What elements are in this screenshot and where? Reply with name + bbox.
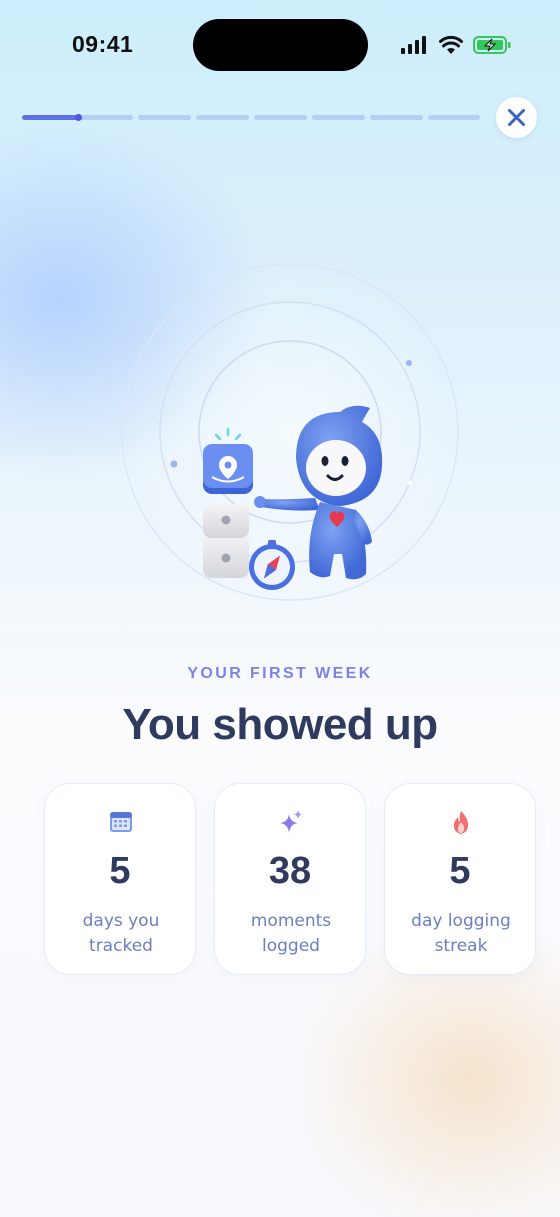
progress-segment bbox=[312, 115, 365, 120]
progress-segment bbox=[138, 115, 191, 120]
onboarding-progress bbox=[22, 114, 480, 121]
flame-icon bbox=[447, 808, 475, 836]
section-kicker: YOUR FIRST WEEK bbox=[187, 665, 373, 682]
orbit-dot bbox=[170, 460, 178, 468]
stat-value: 5 bbox=[109, 850, 131, 892]
stat-label: days you tracked bbox=[82, 911, 160, 956]
stacked-tiles bbox=[203, 504, 249, 578]
hero-illustration bbox=[120, 262, 460, 602]
stat-label: moments logged bbox=[250, 911, 332, 956]
progress-segment bbox=[370, 115, 423, 120]
cellular-signal-icon bbox=[401, 36, 426, 54]
stat-card-moments-logged: 38 moments logged bbox=[214, 783, 366, 975]
status-icons bbox=[400, 34, 512, 56]
wifi-icon bbox=[439, 35, 463, 54]
stat-label: day logging streak bbox=[411, 911, 511, 956]
progress-segment bbox=[428, 115, 480, 120]
progress-segment-active bbox=[22, 115, 78, 120]
battery-charging-icon bbox=[473, 36, 511, 54]
stat-card-logging-streak: 5 day logging streak bbox=[384, 783, 536, 975]
sparkles-icon bbox=[277, 808, 305, 836]
progress-segment bbox=[254, 115, 307, 120]
page-title: You showed up bbox=[122, 700, 438, 749]
progress-segment bbox=[196, 115, 249, 120]
orbit-dot bbox=[406, 360, 412, 366]
status-time: 09:41 bbox=[72, 31, 134, 57]
dynamic-island bbox=[193, 19, 368, 71]
close-button[interactable] bbox=[496, 97, 537, 138]
close-icon bbox=[508, 109, 525, 126]
calendar-icon bbox=[107, 808, 135, 836]
progress-segment bbox=[80, 115, 133, 120]
stat-card-days-tracked: 5 days you tracked bbox=[44, 783, 196, 975]
stat-value: 5 bbox=[449, 850, 471, 892]
progress-indicator-dot bbox=[75, 114, 82, 121]
stat-value: 38 bbox=[268, 850, 312, 892]
hero-glow bbox=[122, 264, 458, 600]
orbit-dot bbox=[407, 480, 413, 486]
